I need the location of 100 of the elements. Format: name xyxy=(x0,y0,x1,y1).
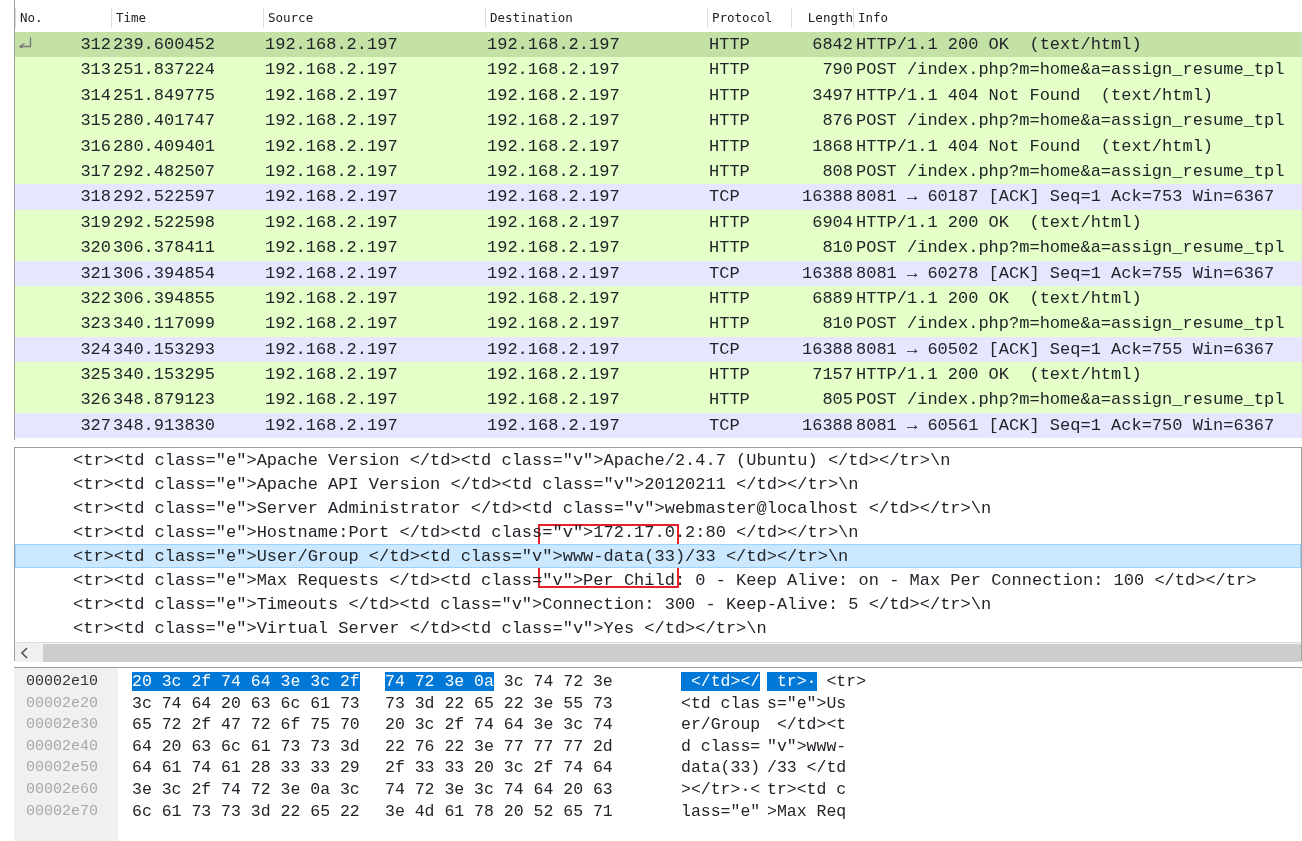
column-header[interactable]: Length xyxy=(791,8,853,28)
table-cell-text: 313 xyxy=(79,59,111,82)
detail-line[interactable]: <tr><td class="e">Timeouts </td><td class="v">Connection: 300 - Keep-Alive: 5 </td></tr>\n xyxy=(15,592,1301,616)
table-cell-text: 326 xyxy=(79,389,111,412)
column-header[interactable]: Time xyxy=(111,8,263,28)
packet-row[interactable]: 320 306.378411 192.168.2.197 192.168.2.197 HTTP 810 POST /index.php?m=home&a=assign_resume_tpl xyxy=(15,235,1302,261)
ascii-text[interactable]: /33 </td xyxy=(767,758,847,778)
table-cell-text: POST /index.php?m=home&a=assign_resume_tpl xyxy=(855,110,1286,133)
packet-row[interactable]: 316 280.409401 192.168.2.197 192.168.2.197 HTTP 1868 HTTP/1.1 404 Not Found (text/html) xyxy=(15,133,1302,159)
hex-bytes[interactable]: 3c 74 72 3e xyxy=(503,672,613,691)
hex-bytes[interactable]: 3e 4d 61 78 20 52 65 71 xyxy=(385,801,613,821)
hex-offset: 00002e70 xyxy=(26,802,98,820)
table-cell-text: 292.522597 xyxy=(112,186,217,209)
ascii-text[interactable]: tr><td c xyxy=(767,779,847,799)
ascii-text[interactable]: "v">www- xyxy=(767,736,847,756)
packet-row[interactable]: 327 348.913830 192.168.2.197 192.168.2.197 TCP 16388 8081 → 60561 [ACK] Seq=1 Ack=750 Win=6367 xyxy=(15,412,1302,439)
table-cell-text: HTTP xyxy=(708,287,751,310)
table-cell-text: POST /index.php?m=home&a=assign_resume_tpl xyxy=(855,237,1286,260)
hex-bytes[interactable]: 65 72 2f 47 72 6f 75 70 xyxy=(132,715,360,735)
table-cell-text: 292.482507 xyxy=(112,160,217,183)
packet-row[interactable]: 315 280.401747 192.168.2.197 192.168.2.197 HTTP 876 POST /index.php?m=home&a=assign_resume_tpl xyxy=(15,108,1302,134)
table-cell-text: 810 xyxy=(821,237,853,260)
column-header[interactable]: No. xyxy=(15,8,111,28)
table-cell-text: 16388 xyxy=(801,186,853,209)
scroll-left-icon[interactable] xyxy=(21,646,29,659)
packet-row[interactable]: 313 251.837224 192.168.2.197 192.168.2.197 HTTP 790 POST /index.php?m=home&a=assign_resume_tpl xyxy=(15,57,1302,83)
table-cell-text: 239.600452 xyxy=(112,34,217,56)
hex-bytes[interactable]: 64 20 63 6c 61 73 73 3d xyxy=(132,736,360,756)
table-cell-text: HTTP xyxy=(708,389,751,412)
packet-row[interactable]: 314 251.849775 192.168.2.197 192.168.2.197 HTTP 3497 HTTP/1.1 404 Not Found (text/html) xyxy=(15,82,1302,109)
hex-bytes[interactable]: 3e 3c 2f 74 72 3e 0a 3c xyxy=(132,779,360,799)
ascii-text[interactable]: lass="e" xyxy=(681,801,761,821)
ascii-text[interactable]: d class= xyxy=(681,736,761,756)
table-cell-text: TCP xyxy=(708,414,741,437)
table-cell-text: HTTP xyxy=(708,211,751,234)
table-cell-text: 192.168.2.197 xyxy=(486,414,621,437)
column-header[interactable]: Destination xyxy=(485,8,707,28)
table-cell-text: 318 xyxy=(79,186,111,209)
table-cell-text: 314 xyxy=(79,84,111,107)
packet-row[interactable]: 312 239.600452 192.168.2.197 192.168.2.197 HTTP 6842 HTTP/1.1 200 OK (text/html) xyxy=(15,32,1302,58)
ascii-text[interactable]: tr>· xyxy=(767,672,817,691)
ascii-text[interactable]: </td></ xyxy=(681,672,761,691)
column-header[interactable]: Protocol xyxy=(707,8,791,28)
packet-row[interactable]: 318 292.522597 192.168.2.197 192.168.2.197 TCP 16388 8081 → 60187 [ACK] Seq=1 Ack=753 Win=6367 xyxy=(15,184,1302,210)
column-header[interactable]: Info xyxy=(853,8,1302,28)
hex-bytes[interactable]: 74 72 3e 0a xyxy=(385,672,494,691)
table-cell-text: 192.168.2.197 xyxy=(264,135,399,158)
hex-bytes[interactable]: 73 3d 22 65 22 3e 55 73 xyxy=(385,693,613,713)
packet-row[interactable]: 322 306.394855 192.168.2.197 192.168.2.197 HTTP 6889 HTTP/1.1 200 OK (text/html) xyxy=(15,285,1302,312)
table-cell-text: 7157 xyxy=(811,364,853,387)
table-cell-text: 3497 xyxy=(811,84,853,107)
ascii-text[interactable]: data(33) xyxy=(681,758,761,778)
hex-bytes[interactable]: 64 61 74 61 28 33 33 29 xyxy=(132,758,360,778)
table-cell-text: 192.168.2.197 xyxy=(264,84,399,107)
packet-row[interactable]: 324 340.153293 192.168.2.197 192.168.2.197 TCP 16388 8081 → 60502 [ACK] Seq=1 Ack=755 Win=6367 xyxy=(15,336,1302,363)
table-cell-text: 192.168.2.197 xyxy=(264,59,399,82)
table-cell-text: 192.168.2.197 xyxy=(264,160,399,183)
ascii-text[interactable]: ></tr>·< xyxy=(681,779,761,799)
detail-line[interactable]: <tr><td class="e">Server Administrator </td><td class="v">webmaster@localhost </td></tr>\n xyxy=(15,496,1301,520)
packet-row[interactable]: 319 292.522598 192.168.2.197 192.168.2.197 HTTP 6904 HTTP/1.1 200 OK (text/html) xyxy=(15,209,1302,236)
table-cell-text: HTTP/1.1 404 Not Found (text/html) xyxy=(855,84,1215,107)
table-cell-text: 192.168.2.197 xyxy=(486,338,621,361)
ascii-text[interactable]: >Max Req xyxy=(767,801,847,821)
table-cell-text: 192.168.2.197 xyxy=(264,389,399,412)
detail-line[interactable]: <tr><td class="e">Virtual Server </td><td class="v">Yes </td></tr>\n xyxy=(15,616,1301,640)
hex-bytes[interactable]: 3c 74 64 20 63 6c 61 73 xyxy=(132,693,360,713)
detail-line[interactable]: <tr><td class="e">Apache API Version </td><td class="v">20120211 </td></tr>\n xyxy=(15,472,1301,496)
hex-bytes[interactable]: 74 72 3e 3c 74 64 20 63 xyxy=(385,779,613,799)
table-cell-text: 192.168.2.197 xyxy=(486,160,621,183)
packet-row[interactable]: 317 292.482507 192.168.2.197 192.168.2.197 HTTP 808 POST /index.php?m=home&a=assign_resume_tpl xyxy=(15,158,1302,185)
hex-bytes[interactable]: 2f 33 33 20 3c 2f 74 64 xyxy=(385,758,613,778)
hex-bytes[interactable]: 20 3c 2f 74 64 3e 3c 74 xyxy=(385,715,613,735)
table-cell-text: 306.394854 xyxy=(112,262,217,285)
packet-row[interactable]: 323 340.117099 192.168.2.197 192.168.2.197 HTTP 810 POST /index.php?m=home&a=assign_resume_tpl xyxy=(15,311,1302,337)
table-cell-text: 321 xyxy=(79,262,111,285)
hex-bytes[interactable]: 22 76 22 3e 77 77 77 2d xyxy=(385,736,613,756)
ascii-text[interactable]: <td clas xyxy=(681,693,761,713)
packet-row[interactable]: 325 340.153295 192.168.2.197 192.168.2.197 HTTP 7157 HTTP/1.1 200 OK (text/html) xyxy=(15,362,1302,388)
table-cell-text: 322 xyxy=(79,287,111,310)
table-cell-text: 192.168.2.197 xyxy=(486,364,621,387)
table-cell-text: HTTP/1.1 200 OK (text/html) xyxy=(855,34,1143,56)
table-cell-text: 319 xyxy=(79,211,111,234)
column-header[interactable]: Source xyxy=(263,8,485,28)
table-cell-text: 192.168.2.197 xyxy=(486,211,621,234)
table-cell-text: HTTP xyxy=(708,135,751,158)
ascii-text[interactable]: s="e">Us xyxy=(767,693,847,713)
table-cell-text: 805 xyxy=(821,389,853,412)
packet-row[interactable]: 321 306.394854 192.168.2.197 192.168.2.197 TCP 16388 8081 → 60278 [ACK] Seq=1 Ack=755 Win=6367 xyxy=(15,260,1302,286)
ascii-text[interactable]: </td><t xyxy=(767,715,847,735)
hex-bytes[interactable]: 6c 61 73 73 3d 22 65 22 xyxy=(132,801,360,821)
ascii-text[interactable]: <tr> xyxy=(826,672,867,691)
table-cell-text: 340.153293 xyxy=(112,338,217,361)
ascii-text[interactable]: er/Group xyxy=(681,715,761,735)
packet-row[interactable]: 326 348.879123 192.168.2.197 192.168.2.197 HTTP 805 POST /index.php?m=home&a=assign_resume_tpl xyxy=(15,387,1302,413)
table-cell-text: 6889 xyxy=(811,287,853,310)
horizontal-scrollbar[interactable] xyxy=(15,642,1301,662)
detail-line[interactable]: <tr><td class="e">Apache Version </td><td class="v">Apache/2.4.7 (Ubuntu) </td></tr>\n xyxy=(15,448,1301,472)
hex-bytes[interactable]: 20 3c 2f 74 64 3e 3c 2f xyxy=(132,672,360,691)
table-cell-text: HTTP xyxy=(708,34,751,56)
table-cell-text: 192.168.2.197 xyxy=(486,84,621,107)
